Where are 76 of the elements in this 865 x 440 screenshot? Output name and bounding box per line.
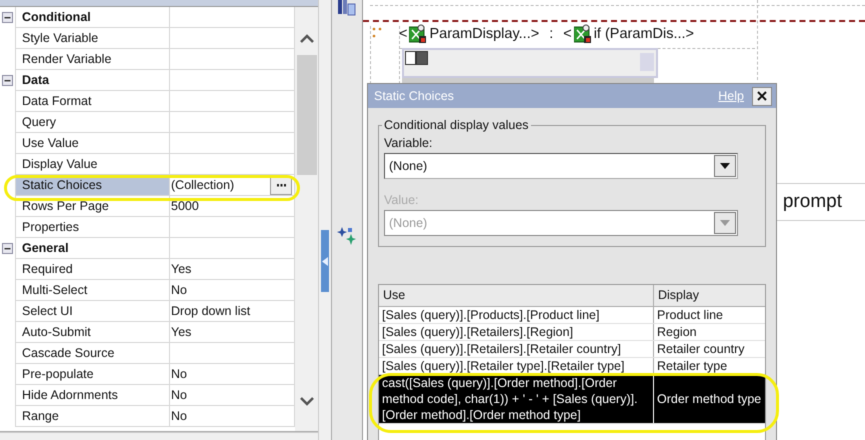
property-value: (Collection) bbox=[171, 176, 236, 194]
property-name[interactable]: Range bbox=[15, 406, 169, 427]
sparkle-icon[interactable] bbox=[336, 225, 358, 247]
property-value: No bbox=[171, 386, 188, 404]
ellipsis-icon bbox=[276, 184, 286, 186]
property-name[interactable]: Properties bbox=[15, 217, 169, 238]
field-label: Variable: bbox=[384, 136, 434, 150]
property-value: No bbox=[171, 282, 188, 298]
dropdown-field[interactable]: (None) bbox=[384, 153, 738, 179]
property-name[interactable]: Data Format bbox=[15, 91, 169, 112]
dropdown-arrow-icon bbox=[720, 163, 730, 169]
scrollbar-thumb[interactable] bbox=[296, 55, 316, 175]
property-name[interactable]: Cascade Source bbox=[15, 343, 169, 364]
collapse-handle[interactable] bbox=[321, 230, 329, 292]
dialog-title: Static Choices bbox=[374, 89, 455, 103]
table-cell-text: Retailer type bbox=[656, 358, 728, 374]
table-cell: [Sales (query)].[Retailers].[Region] bbox=[379, 324, 654, 340]
table-cell: [Sales (query)].[Products].[Product line] bbox=[379, 307, 654, 323]
table-cell-text: Retailer country bbox=[656, 341, 746, 357]
property-name[interactable]: Rows Per Page bbox=[15, 196, 169, 217]
group-header: Conditional bbox=[15, 7, 169, 28]
table-row[interactable]: [Sales (query)].[Products].[Product line] Product line bbox=[379, 307, 765, 324]
table-row[interactable]: [Sales (query)].[Retailer type].[Retailer type] Retailer type bbox=[379, 358, 765, 375]
handle-dots-icon bbox=[371, 26, 383, 40]
table-row[interactable]: [Sales (query)].[Retailers].[Region] Region bbox=[379, 324, 765, 341]
collapse-icon[interactable] bbox=[2, 75, 13, 86]
data-item-icon bbox=[574, 24, 592, 44]
property-value: Drop down list bbox=[171, 302, 252, 320]
column-header[interactable]: Display bbox=[654, 285, 764, 306]
property-value: Yes bbox=[171, 260, 192, 278]
property-name[interactable]: Required bbox=[15, 259, 169, 280]
table-cell: [Sales (query)].[Retailers].[Retailer country] bbox=[379, 341, 654, 357]
table-row[interactable]: [Sales (query)].[Retailers].[Retailer country] Retailer country bbox=[379, 341, 765, 358]
column-header[interactable]: Use bbox=[379, 285, 654, 306]
property-value: No bbox=[171, 366, 188, 382]
property-value: 5000 bbox=[171, 198, 200, 214]
bracket-text: < bbox=[399, 26, 408, 42]
close-icon bbox=[757, 91, 767, 101]
left-arrow-icon bbox=[322, 256, 328, 266]
dropdown-arrow-icon bbox=[720, 220, 730, 226]
property-value: No bbox=[171, 408, 188, 424]
table-cell-text: Product line bbox=[656, 307, 724, 323]
property-name[interactable]: Auto-Submit bbox=[15, 322, 169, 343]
scroll-up-icon[interactable] bbox=[300, 34, 314, 43]
data-item-icon bbox=[409, 24, 428, 44]
table-row[interactable]: cast([Sales (query)].[Order method].[Order method code], char(1)) + ' - ' + [Sales (query)].[Order method].[Order method type] Order method type bbox=[379, 375, 765, 424]
prompt-text: prompt bbox=[782, 191, 842, 213]
close-button[interactable] bbox=[752, 86, 772, 106]
table-cell: [Sales (query)].[Retailer type].[Retailer type] bbox=[379, 358, 654, 374]
property-name[interactable]: Display Value bbox=[15, 154, 169, 175]
property-value: Yes bbox=[171, 324, 192, 340]
property-name[interactable]: Query bbox=[15, 112, 169, 133]
property-name[interactable]: Use Value bbox=[15, 133, 169, 154]
scroll-down-icon[interactable] bbox=[300, 397, 314, 406]
separator-text: : bbox=[549, 26, 554, 42]
columns-icon[interactable] bbox=[337, 0, 357, 16]
scrollbar[interactable] bbox=[295, 7, 318, 431]
property-name[interactable]: Select UI bbox=[15, 301, 169, 322]
splitter-bar[interactable] bbox=[318, 0, 332, 440]
group-header: General bbox=[15, 238, 169, 259]
property-name[interactable]: Multi-Select bbox=[15, 280, 169, 301]
field-label: Value: bbox=[384, 193, 420, 207]
table-cell: cast([Sales (query)].[Order method].[Order method code], char(1)) + ' - ' + [Sales (query)].[Order method].[Order method type] bbox=[379, 375, 654, 423]
group-header: Data bbox=[15, 70, 169, 91]
data-item-label: if (ParamDis...> bbox=[594, 26, 694, 42]
group-title: Conditional display values bbox=[383, 118, 530, 132]
property-name[interactable]: Pre-populate bbox=[15, 364, 169, 385]
property-name[interactable]: Hide Adornments bbox=[15, 385, 169, 406]
collapse-icon[interactable] bbox=[2, 12, 13, 23]
data-item-label: ParamDisplay...> bbox=[429, 26, 540, 42]
table-cell-text: Order method type bbox=[656, 391, 762, 408]
property-name[interactable]: Render Variable bbox=[15, 49, 169, 70]
bracket-text: < bbox=[563, 26, 572, 42]
property-name[interactable]: Style Variable bbox=[15, 28, 169, 49]
table-cell-text: Region bbox=[656, 324, 698, 340]
collapse-icon[interactable] bbox=[2, 243, 13, 254]
